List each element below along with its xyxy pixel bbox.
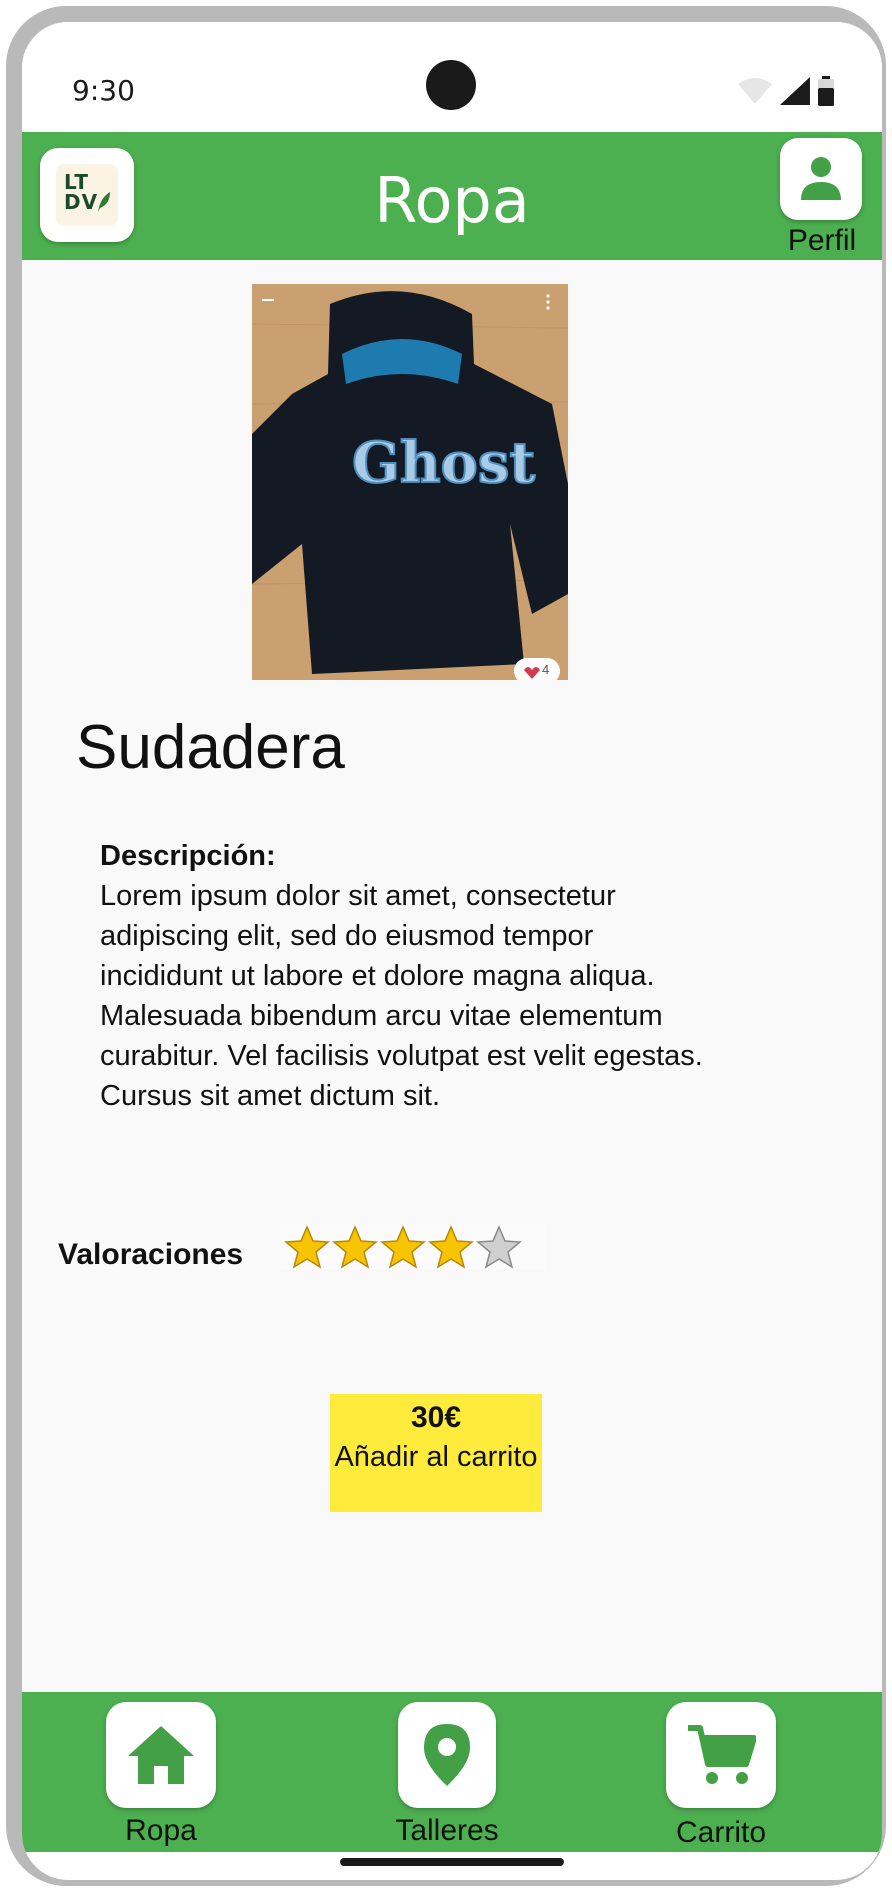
star-filled-icon[interactable] bbox=[284, 1225, 330, 1269]
product-image: Ghost 4 bbox=[252, 284, 568, 680]
battery-icon bbox=[818, 76, 834, 106]
nav-ropa-button[interactable] bbox=[106, 1702, 216, 1808]
top-app-bar: LT DV Ropa Perfil bbox=[22, 132, 882, 260]
star-empty-icon[interactable] bbox=[476, 1225, 522, 1269]
add-to-cart-button[interactable]: 30€ Añadir al carrito bbox=[330, 1394, 542, 1512]
front-camera bbox=[426, 60, 476, 110]
page-title: Ropa bbox=[374, 164, 530, 237]
location-pin-icon bbox=[424, 1724, 470, 1786]
status-icons bbox=[738, 76, 834, 106]
star-filled-icon[interactable] bbox=[332, 1225, 378, 1269]
home-icon bbox=[128, 1726, 194, 1784]
svg-text:Ghost: Ghost bbox=[352, 430, 535, 496]
screen: 9:30 LT DV Ropa Perfil Ghost 4 Sudadera … bbox=[22, 22, 882, 1880]
nav-carrito-label: Carrito bbox=[675, 1816, 766, 1849]
product-description: Descripción: Lorem ipsum dolor sit amet,… bbox=[100, 836, 720, 1116]
user-icon bbox=[801, 157, 841, 200]
signal-icon bbox=[780, 77, 810, 105]
phone-bezel: 9:30 LT DV Ropa Perfil Ghost 4 Sudadera … bbox=[6, 6, 886, 1886]
description-heading: Descripción: bbox=[100, 840, 276, 872]
like-count: 4 bbox=[542, 662, 550, 677]
profile-label: Perfil bbox=[787, 224, 857, 257]
add-to-cart-label: Añadir al carrito bbox=[334, 1441, 538, 1473]
cart-icon bbox=[688, 1725, 756, 1784]
star-filled-icon[interactable] bbox=[380, 1225, 426, 1269]
description-text: Lorem ipsum dolor sit amet, consectetur … bbox=[100, 880, 703, 1112]
nav-carrito-button[interactable] bbox=[666, 1702, 776, 1808]
product-detail: Ghost 4 Sudadera Descripción: Lorem ipsu… bbox=[22, 260, 882, 1692]
star-filled-icon[interactable] bbox=[428, 1225, 474, 1269]
bottom-nav: Ropa Talleres Carrito bbox=[22, 1692, 882, 1852]
profile-button[interactable] bbox=[780, 138, 862, 220]
status-bar: 9:30 bbox=[22, 22, 882, 132]
status-time: 9:30 bbox=[72, 74, 135, 107]
product-name: Sudadera bbox=[76, 713, 345, 782]
nav-talleres-button[interactable] bbox=[398, 1702, 496, 1808]
wifi-icon bbox=[738, 78, 772, 104]
nav-talleres-label: Talleres bbox=[395, 1814, 499, 1847]
home-indicator[interactable] bbox=[340, 1858, 564, 1866]
nav-ropa-label: Ropa bbox=[125, 1814, 197, 1847]
hoodie-photo: Ghost bbox=[252, 284, 568, 680]
device-frame: 9:30 LT DV Ropa Perfil Ghost 4 Sudadera … bbox=[0, 0, 892, 1892]
rating-stars[interactable] bbox=[280, 1224, 546, 1270]
ratings-label: Valoraciones bbox=[58, 1238, 244, 1271]
price: 30€ bbox=[410, 1401, 462, 1434]
